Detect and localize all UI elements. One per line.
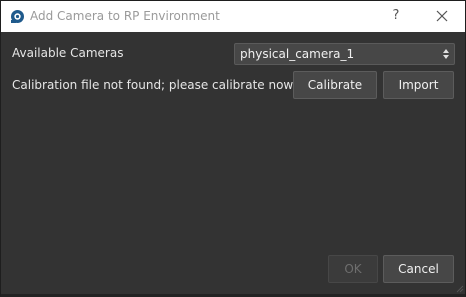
import-button-label: Import [398,78,439,92]
camera-select[interactable]: physical_camera_1 [234,43,455,65]
close-icon[interactable] [425,5,459,27]
window-title: Add Camera to RP Environment [30,9,220,23]
calibrate-button[interactable]: Calibrate [293,71,377,99]
ok-button-label: OK [344,262,362,276]
cancel-button[interactable]: Cancel [383,255,454,283]
updown-arrow-icon [443,49,449,59]
calibration-message: Calibration file not found; please calib… [12,78,296,92]
calibrate-button-label: Calibrate [307,78,363,92]
dialog-window: Add Camera to RP Environment ? Available… [0,0,466,297]
import-button[interactable]: Import [383,71,454,99]
ok-button[interactable]: OK [328,255,378,283]
help-button[interactable]: ? [384,6,408,26]
camera-select-value: physical_camera_1 [240,47,355,61]
cancel-button-label: Cancel [398,262,439,276]
title-bar[interactable]: Add Camera to RP Environment ? [1,1,465,32]
available-cameras-label: Available Cameras [12,46,124,60]
resize-grip-icon[interactable] [454,283,464,293]
camera-logo-icon [11,10,24,23]
